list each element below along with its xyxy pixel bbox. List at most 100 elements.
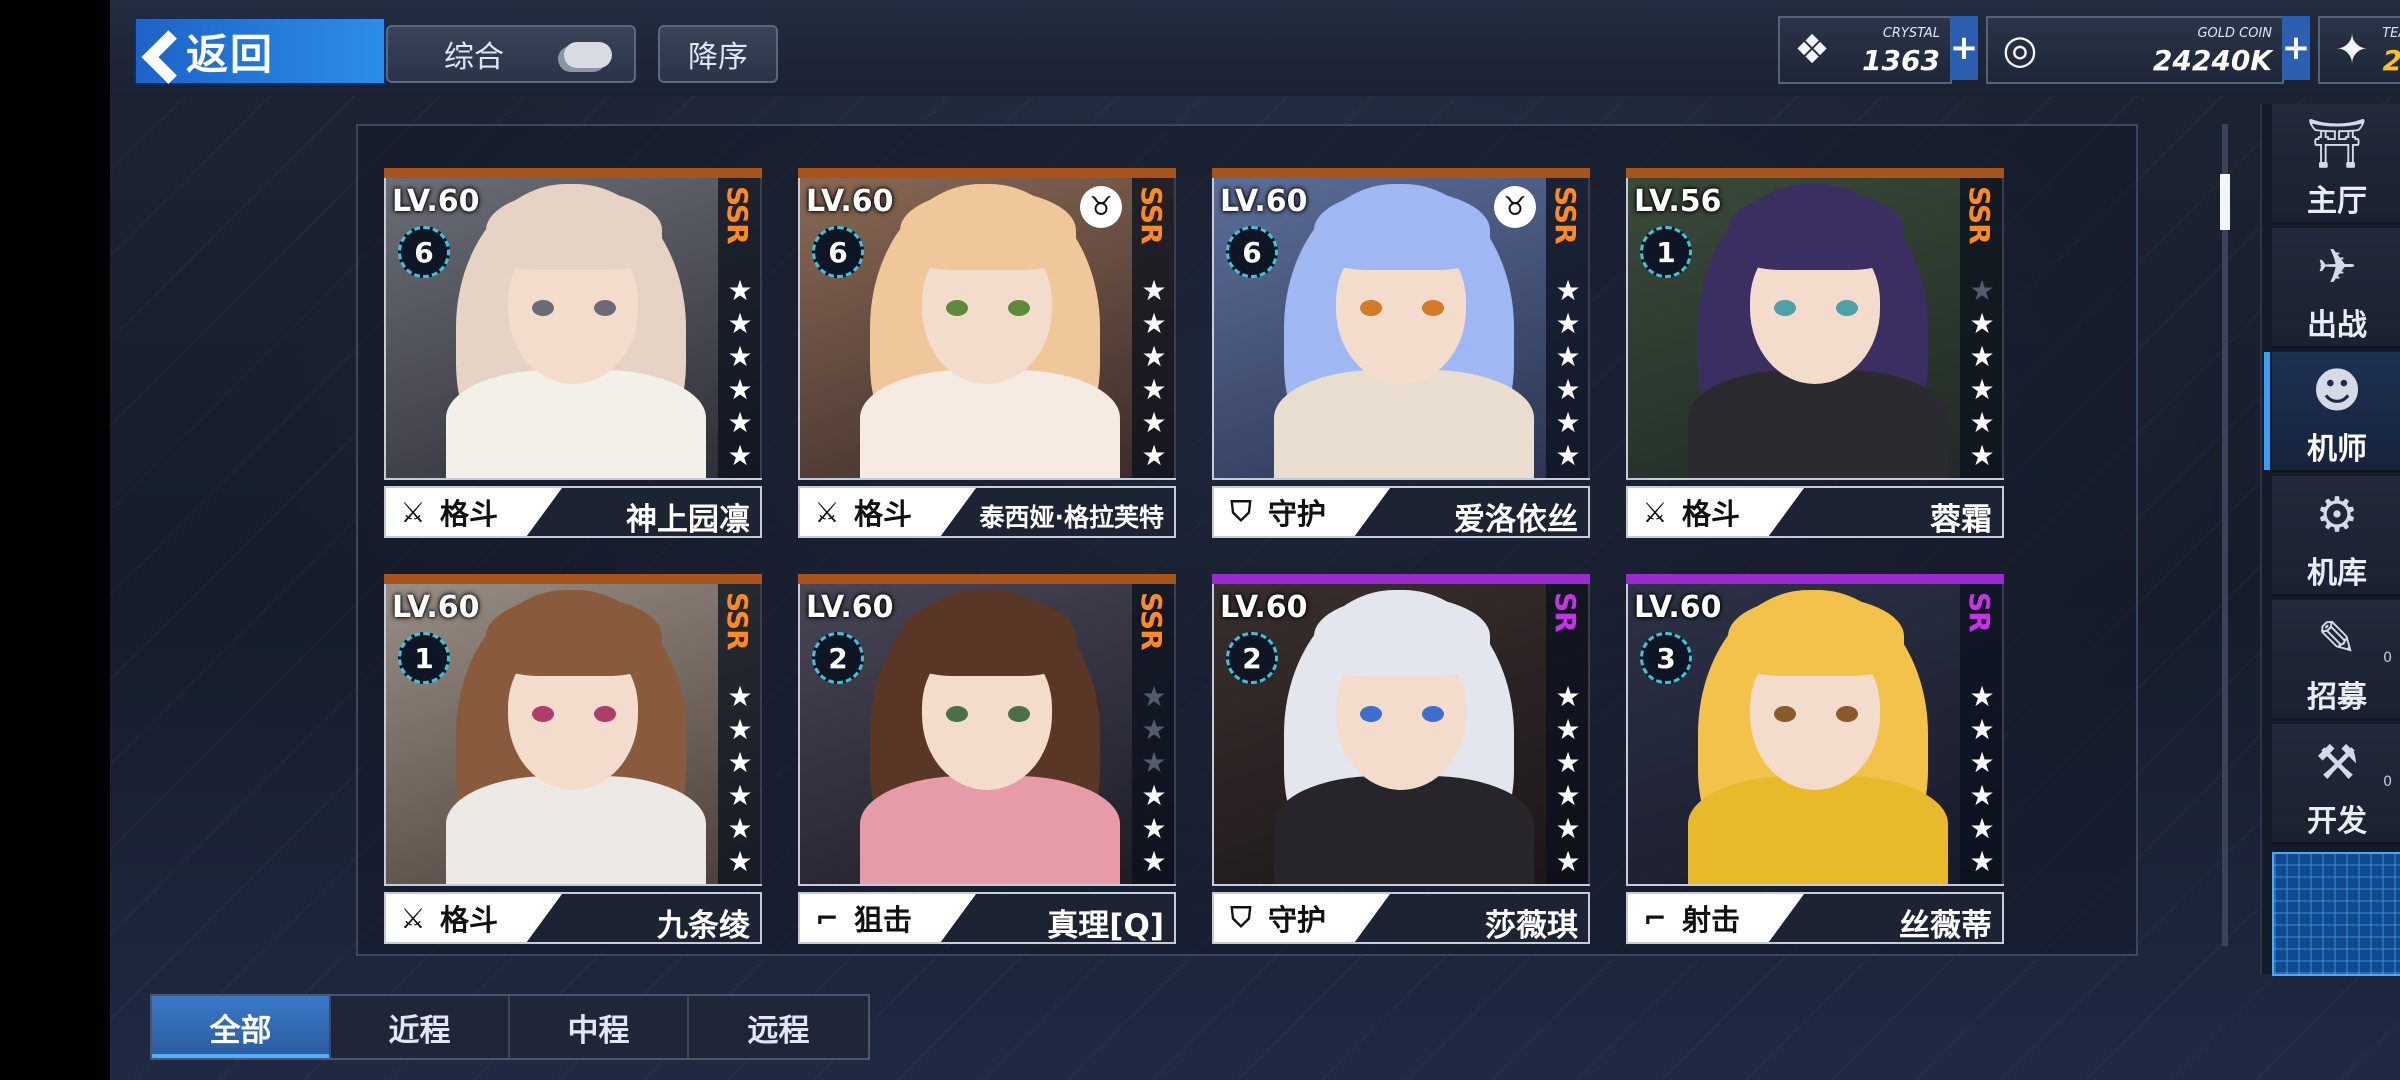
bond-icon: ♉ (1080, 186, 1122, 228)
pilot-card[interactable]: LV.60 2 SR ★ ★ ★ ★ ★ ★ ⛉ 守护 莎薇琪 (1212, 574, 1590, 944)
rarity-label: SSR (721, 592, 754, 650)
star-icon: ★ (1969, 340, 1995, 373)
back-button[interactable]: 返回 (134, 17, 386, 85)
rarity-column: SSR ★ ★ ★ ★ ★ ★ (1132, 584, 1176, 884)
star-icon: ★ (727, 340, 753, 373)
pilot-name: 泰西娅·格拉芙特 (979, 503, 1165, 532)
gold-coin-icon: ◎ (2002, 27, 2038, 73)
pilot-level: LV.60 (806, 590, 894, 625)
team-reward-icon: ✦ (2335, 27, 2369, 73)
pilot-rank-badge: 6 (398, 226, 450, 278)
hangar-icon: ⚙ (2315, 487, 2359, 543)
chevron-left-icon (134, 17, 178, 85)
star-icon: ★ (727, 779, 753, 812)
gold-coin-value: 24240K (2152, 44, 2272, 77)
tab-mid-range[interactable]: 中程 (510, 996, 689, 1058)
sniper-icon: ⌐ (815, 901, 839, 935)
pilot-card[interactable]: LV.60 1 SSR ★ ★ ★ ★ ★ ★ ⚔ 格斗 九条绫 (384, 574, 762, 944)
star-icon: ★ (1969, 713, 1995, 746)
guard-icon: ⛉ (1230, 495, 1252, 528)
bond-icon: ♉ (1494, 186, 1536, 228)
pilot-card[interactable]: LV.60 3 SR ★ ★ ★ ★ ★ ★ ⌐ 射击 丝薇蒂 (1626, 574, 2004, 944)
star-icon: ★ (1555, 406, 1581, 439)
role-tag: ⚔ 格斗 (1628, 488, 1804, 536)
pilot-card[interactable]: LV.60 6 ♉ SSR ★ ★ ★ ★ ★ ★ ⚔ 格斗 泰西娅·格拉芙特 (798, 168, 1176, 538)
scrollbar-thumb[interactable] (2220, 174, 2230, 230)
star-icon: ★ (727, 373, 753, 406)
pilot-card[interactable]: LV.56 1 SSR ★ ★ ★ ★ ★ ★ ⚔ 格斗 蓉霜 (1626, 168, 2004, 538)
role-label: 守护 (1268, 903, 1327, 937)
app-screen: 返回 综合 降序 ❖ CRYSTAL 1363 + ◎ GOLD COIN 24… (110, 0, 2400, 1080)
tab-all[interactable]: 全部 (152, 996, 331, 1058)
recruit-icon: ✎ (2316, 611, 2358, 667)
star-icon: ★ (727, 746, 753, 779)
pilot-name: 真理[Q] (1047, 908, 1164, 944)
rarity-column: SSR ★ ★ ★ ★ ★ ★ (1132, 178, 1176, 478)
nav-lobby[interactable]: ⛩ 主厅 (2272, 104, 2400, 224)
star-icon: ★ (1555, 340, 1581, 373)
rarity-column: SR ★ ★ ★ ★ ★ ★ (1546, 584, 1590, 884)
star-icon: ★ (1141, 680, 1167, 713)
tab-long-range[interactable]: 远程 (689, 996, 868, 1058)
star-icon: ★ (1555, 373, 1581, 406)
star-icon: ★ (1969, 439, 1995, 472)
pilot-rank-badge: 1 (1640, 226, 1692, 278)
back-label: 返回 (186, 29, 275, 79)
top-bar: 返回 综合 降序 ❖ CRYSTAL 1363 + ◎ GOLD COIN 24… (110, 0, 2400, 96)
pilot-card[interactable]: LV.60 2 SSR ★ ★ ★ ★ ★ ★ ⌐ 狙击 真理[Q] (798, 574, 1176, 944)
pilot-rank-badge: 6 (1226, 226, 1278, 278)
minimap-icon[interactable] (2272, 852, 2400, 976)
role-tag: ⚔ 格斗 (386, 894, 562, 942)
rarity-bar (1626, 168, 2004, 178)
scrollbar-track[interactable] (2222, 124, 2228, 946)
team-reward-value: 28480 (2383, 44, 2400, 77)
pilot-footer: ⛉ 守护 莎薇琪 (1212, 892, 1590, 944)
star-icon: ★ (727, 713, 753, 746)
star-icon: ★ (1969, 845, 1995, 878)
tab-close-range[interactable]: 近程 (331, 996, 510, 1058)
nav-hangar[interactable]: ⚙ 机库 (2272, 476, 2400, 596)
order-button[interactable]: 降序 (658, 25, 778, 83)
rarity-bar (384, 574, 762, 584)
rarity-column: SR ★ ★ ★ ★ ★ ★ (1960, 584, 2004, 884)
add-gold-button[interactable]: + (2282, 16, 2310, 80)
rarity-column: SSR ★ ★ ★ ★ ★ ★ (718, 178, 762, 478)
pilot-footer: ⚔ 格斗 泰西娅·格拉芙特 (798, 486, 1176, 538)
pilot-footer: ⛉ 守护 爱洛依丝 (1212, 486, 1590, 538)
gold-coin-counter: ◎ GOLD COIN 24240K (1986, 16, 2284, 84)
add-crystal-button[interactable]: + (1950, 16, 1978, 80)
right-sidebar-nav: ⛩ 主厅 ✈ 出战 ☻ 机师 ⚙ 机库 ✎ 招募 0 ⚒ 开发 0 (2260, 104, 2400, 976)
sort-dropdown[interactable]: 综合 (386, 25, 636, 83)
nav-pilot[interactable]: ☻ 机师 (2264, 352, 2400, 472)
melee-icon: ⚔ (400, 901, 426, 935)
pilot-name: 莎薇琪 (1485, 908, 1578, 944)
star-icon: ★ (1969, 406, 1995, 439)
crystal-counter: ❖ CRYSTAL 1363 (1778, 16, 1952, 84)
pilot-name: 丝薇蒂 (1899, 908, 1992, 944)
develop-badge: 0 (2383, 774, 2392, 790)
star-icon: ★ (727, 274, 753, 307)
rarity-label: SSR (1135, 592, 1168, 650)
pilot-footer: ⚔ 格斗 九条绫 (384, 892, 762, 944)
crystal-value: 1363 (1862, 44, 1940, 77)
gold-coin-label: GOLD COIN (2197, 26, 2272, 41)
nav-recruit[interactable]: ✎ 招募 0 (2272, 600, 2400, 720)
nav-sortie[interactable]: ✈ 出战 (2272, 228, 2400, 348)
pilot-card[interactable]: LV.60 6 ♉ SSR ★ ★ ★ ★ ★ ★ ⛉ 守护 爱洛依丝 (1212, 168, 1590, 538)
star-icon: ★ (1555, 439, 1581, 472)
star-icon: ★ (1141, 746, 1167, 779)
crystal-label: CRYSTAL (1882, 26, 1940, 41)
nav-develop[interactable]: ⚒ 开发 0 (2272, 724, 2400, 844)
recruit-badge: 0 (2383, 650, 2392, 666)
rarity-bar (1626, 574, 2004, 584)
star-icon: ★ (727, 406, 753, 439)
pilot-rank-badge: 2 (1226, 632, 1278, 684)
pilot-rank-badge: 6 (812, 226, 864, 278)
rarity-label: SSR (1963, 186, 1996, 244)
pilot-level: LV.60 (1220, 590, 1308, 625)
melee-icon: ⚔ (400, 495, 426, 529)
role-label: 守护 (1268, 497, 1327, 531)
star-rating: ★ ★ ★ ★ ★ ★ (724, 274, 756, 472)
role-tag: ⌐ 狙击 (800, 894, 976, 942)
pilot-card[interactable]: LV.60 6 SSR ★ ★ ★ ★ ★ ★ ⚔ 格斗 神上园凛 (384, 168, 762, 538)
